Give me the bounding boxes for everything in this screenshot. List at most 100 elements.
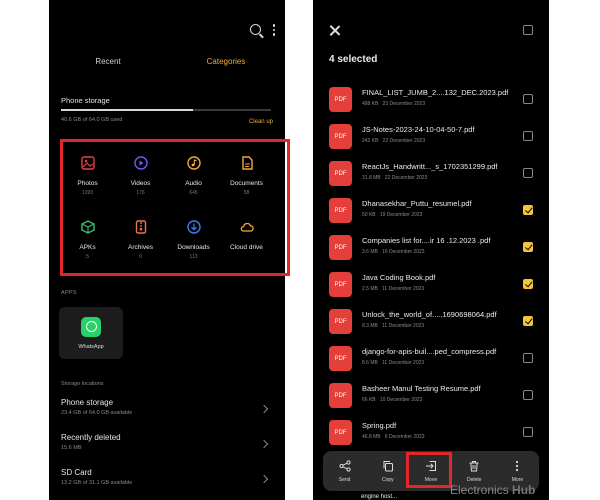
pdf-file-icon: PDF	[329, 124, 352, 149]
storage-usage-bar	[61, 109, 271, 111]
file-meta: 8.3 MB 11 December 2023	[362, 323, 424, 329]
location-subtitle: 23.4 GB of 64.0 GB available	[61, 410, 133, 416]
file-name: ReactJs_Handwritt..._s_1702351299.pdf	[362, 162, 498, 171]
file-row[interactable]: PDF Dhanasekhar_Puttu_resumel.pdf 50 KB 19…	[327, 197, 537, 227]
file-date: 10 December 2023	[379, 397, 423, 403]
file-size: 3.6 MB	[362, 249, 378, 255]
partially-visible-file: engine host...	[361, 494, 398, 500]
close-icon[interactable]	[329, 25, 340, 36]
apps-section-label: APPS	[61, 290, 77, 296]
location-phone-storage[interactable]: Phone storage 23.4 GB of 64.0 GB availab…	[61, 398, 269, 426]
tab-recent[interactable]: Recent	[49, 57, 167, 66]
search-icon[interactable]	[249, 24, 261, 36]
app-whatsapp[interactable]: WhatsApp	[59, 307, 123, 359]
watermark-strong: Hub	[512, 483, 536, 497]
file-date: 6 December 2023	[384, 434, 425, 440]
location-recently-deleted[interactable]: Recently deleted 15.6 MB	[61, 433, 269, 461]
file-date: 23 December 2023	[382, 101, 426, 107]
file-checkbox[interactable]	[523, 427, 533, 437]
location-sd-card[interactable]: SD Card 13.2 GB of 31.1 GB available	[61, 468, 269, 496]
file-row[interactable]: PDF Basheer Manul Testing Resume.pdf 66 KB…	[327, 382, 537, 412]
file-meta: 242 KB 22 December 2023	[362, 138, 425, 144]
share-icon	[338, 459, 351, 472]
file-row[interactable]: PDF ReactJs_Handwritt..._s_1702351299.pdf…	[327, 160, 537, 190]
file-size: 50 KB	[362, 212, 376, 218]
more-icon	[511, 460, 523, 472]
file-name: Spring.pdf	[362, 421, 397, 430]
pdf-file-icon: PDF	[329, 198, 352, 223]
select-all-checkbox[interactable]	[523, 25, 533, 35]
pdf-file-icon: PDF	[329, 272, 352, 297]
storage-used-text: 40.6 GB of 64.0 GB used	[61, 117, 123, 123]
action-label: Delete	[466, 476, 482, 483]
file-checkbox[interactable]	[523, 131, 533, 141]
file-row[interactable]: PDF Spring.pdf 46.8 MB 6 December 2023	[327, 419, 537, 449]
top-toolbar	[249, 24, 275, 36]
file-date: 22 December 2023	[384, 175, 428, 181]
file-meta: 2.5 MB 11 December 2023	[362, 286, 424, 292]
move-button-highlight-box	[406, 452, 452, 488]
tab-bar: Recent Categories	[49, 57, 285, 66]
pdf-file-icon: PDF	[329, 309, 352, 334]
file-size: 46.8 MB	[362, 434, 381, 440]
file-meta: 488 KB 23 December 2023	[362, 101, 425, 107]
location-title: Phone storage	[61, 398, 114, 407]
tab-categories[interactable]: Categories	[167, 57, 285, 66]
location-title: SD Card	[61, 468, 92, 477]
watermark: Electronics Hub	[450, 483, 535, 497]
file-date: 11 December 2023	[382, 323, 425, 329]
send-button[interactable]: Send	[323, 451, 366, 491]
file-checkbox[interactable]	[523, 94, 533, 104]
file-row[interactable]: PDF Java Coding Book.pdf 2.5 MB 11 Decembe…	[327, 271, 537, 301]
file-size: 8.6 MB	[362, 360, 378, 366]
pdf-file-icon: PDF	[329, 383, 352, 408]
copy-button[interactable]: Copy	[366, 451, 409, 491]
location-subtitle: 15.6 MB	[61, 445, 82, 451]
file-size: 2.5 MB	[362, 286, 378, 292]
file-name: Java Coding Book.pdf	[362, 273, 436, 282]
file-name: Dhanasekhar_Puttu_resumel.pdf	[362, 199, 472, 208]
file-checkbox[interactable]	[523, 353, 533, 363]
file-date: 11 December 2023	[382, 360, 425, 366]
file-selection-screen: 4 selected PDF FINAL_LIST_JUMB_2....132_D…	[313, 0, 549, 500]
file-meta: 31.8 MB 22 December 2023	[362, 175, 427, 181]
file-checkbox[interactable]	[523, 168, 533, 178]
pdf-file-icon: PDF	[329, 235, 352, 260]
pdf-file-icon: PDF	[329, 87, 352, 112]
file-size: 8.3 MB	[362, 323, 378, 329]
file-size: 31.8 MB	[362, 175, 381, 181]
whatsapp-icon	[81, 316, 101, 337]
overflow-menu-icon[interactable]	[272, 24, 275, 36]
file-meta: 8.6 MB 11 December 2023	[362, 360, 424, 366]
file-checkbox-checked[interactable]	[523, 242, 533, 252]
watermark-prefix: Electronics	[450, 483, 509, 497]
file-checkbox-checked[interactable]	[523, 316, 533, 326]
storage-usage-fill	[61, 109, 194, 111]
file-row[interactable]: PDF JS-Notes-2023-24-10-04-50-7.pdf 242 KB…	[327, 123, 537, 153]
file-name: Basheer Manul Testing Resume.pdf	[362, 384, 481, 393]
action-label: More	[511, 476, 524, 483]
file-meta: 46.8 MB 6 December 2023	[362, 434, 425, 440]
file-size: 66 KB	[362, 397, 376, 403]
file-row[interactable]: PDF Companies list for....ir 16 .12.2023 …	[327, 234, 537, 264]
action-label: Copy	[381, 476, 394, 483]
app-label: WhatsApp	[78, 343, 104, 350]
storage-title[interactable]: Phone storage	[61, 96, 110, 105]
file-checkbox-checked[interactable]	[523, 205, 533, 215]
pdf-file-icon: PDF	[329, 346, 352, 371]
file-checkbox[interactable]	[523, 390, 533, 400]
file-date: 19 December 2023	[379, 212, 423, 218]
file-date: 16 December 2023	[382, 249, 425, 255]
location-title: Recently deleted	[61, 433, 121, 442]
file-meta: 66 KB 10 December 2023	[362, 397, 422, 403]
file-meta: 50 KB 19 December 2023	[362, 212, 422, 218]
file-row[interactable]: PDF django-for-apis-buil....ped_compress.…	[327, 345, 537, 375]
file-name: JS-Notes-2023-24-10-04-50-7.pdf	[362, 125, 475, 134]
storage-locations-label: Storage locations	[61, 381, 104, 387]
file-row[interactable]: PDF Unlock_the_world_of.....1690698064.pd…	[327, 308, 537, 338]
file-checkbox-checked[interactable]	[523, 279, 533, 289]
clean-up-button[interactable]: Clean up	[249, 119, 273, 125]
file-size: 488 KB	[362, 101, 379, 107]
file-row[interactable]: PDF FINAL_LIST_JUMB_2....132_DEC.2023.pdf…	[327, 86, 537, 116]
file-meta: 3.6 MB 16 December 2023	[362, 249, 425, 255]
